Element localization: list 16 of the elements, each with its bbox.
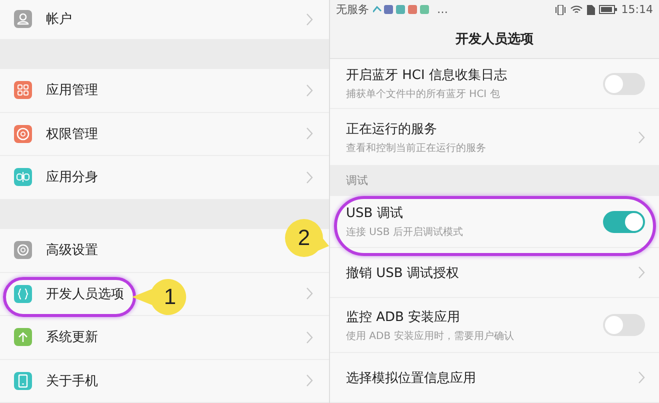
- row-title: 选择模拟位置信息应用: [346, 370, 477, 386]
- more-text: …: [437, 3, 448, 16]
- clock-text: 15:14: [621, 3, 653, 16]
- row-subtitle: 查看和控制当前正在运行的服务: [346, 142, 487, 154]
- step-number-tooltip: 2: [282, 216, 330, 260]
- row-title: USB 调试: [346, 205, 404, 222]
- row-title: 开启蓝牙 HCI 信息收集日志: [346, 67, 508, 84]
- section-header: 调试: [346, 173, 368, 188]
- row-subtitle: 捕获单个文件中的所有蓝牙 HCI 包: [346, 88, 501, 101]
- row-title: 监控 ADB 安装应用: [346, 308, 462, 326]
- row-title: 正在运行的服务: [346, 120, 438, 138]
- row-subtitle: 连接 USB 后开启调试模式: [346, 226, 464, 239]
- row-title: 撤销 USB 调试授权: [346, 264, 460, 282]
- row-subtitle: 使用 ADB 安装应用时，需要用户确认: [346, 330, 515, 342]
- carrier-text: 无服务: [336, 2, 369, 18]
- screen-title: 开发人员选项: [456, 30, 534, 48]
